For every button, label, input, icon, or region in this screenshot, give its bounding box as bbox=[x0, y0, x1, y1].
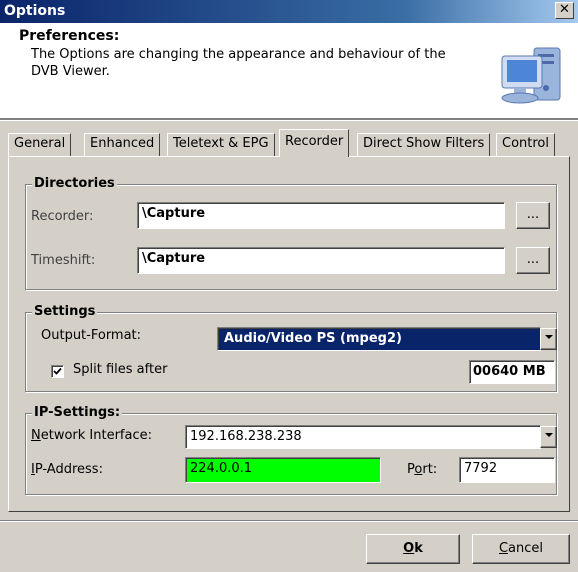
tab-control[interactable]: Control bbox=[496, 133, 555, 156]
tab-enhanced[interactable]: Enhanced bbox=[84, 133, 161, 156]
split-size-input[interactable]: 00640 MB bbox=[469, 360, 555, 384]
ip-settings-title: IP-Settings: bbox=[32, 405, 123, 420]
split-files-checkbox[interactable] bbox=[51, 365, 64, 378]
computer-monitor-icon bbox=[498, 42, 564, 110]
output-format-value: Audio/Video PS (mpeg2) bbox=[224, 331, 402, 346]
port-label: Port: bbox=[407, 462, 438, 477]
tab-general[interactable]: General bbox=[8, 133, 72, 156]
timeshift-directory-input[interactable]: \Capture bbox=[137, 247, 505, 274]
header-description: The Options are changing the appearance … bbox=[31, 47, 446, 79]
cancel-button[interactable]: Cancel bbox=[472, 534, 570, 564]
ip-address-label: IP-Address: bbox=[31, 462, 103, 477]
tab-direct-show-filters[interactable]: Direct Show Filters bbox=[357, 133, 491, 156]
chevron-down-icon bbox=[545, 335, 553, 339]
port-input[interactable]: 7792 bbox=[459, 457, 555, 483]
network-interface-value: 192.168.238.238 bbox=[190, 429, 302, 444]
header-title: Preferences: bbox=[19, 28, 120, 44]
recorder-directory-input[interactable]: \Capture bbox=[137, 202, 505, 229]
output-format-label: Output-Format: bbox=[41, 328, 142, 343]
window-title: Options bbox=[4, 3, 66, 19]
tab-recorder[interactable]: Recorder bbox=[279, 129, 350, 157]
checkmark-icon bbox=[53, 367, 62, 375]
directories-group: Directories bbox=[25, 176, 557, 290]
recorder-panel: Directories Recorder: \Capture ... Times… bbox=[8, 156, 570, 512]
bottom-divider bbox=[0, 520, 578, 522]
recorder-browse-button[interactable]: ... bbox=[516, 202, 550, 229]
split-files-label: Split files after bbox=[73, 362, 168, 377]
options-window: Options ✕ Preferences: The Options are c… bbox=[0, 0, 578, 572]
close-button[interactable]: ✕ bbox=[555, 2, 574, 19]
ip-address-input[interactable]: 224.0.0.1 bbox=[185, 457, 381, 483]
timeshift-label: Timeshift: bbox=[31, 253, 96, 268]
chevron-down-icon bbox=[545, 433, 553, 437]
output-format-dropdown-button[interactable] bbox=[540, 328, 557, 350]
network-interface-select[interactable]: 192.168.238.238 bbox=[185, 425, 541, 449]
title-bar[interactable]: Options ✕ bbox=[0, 0, 578, 23]
network-interface-dropdown-button[interactable] bbox=[540, 426, 557, 448]
header-divider bbox=[0, 118, 578, 121]
timeshift-browse-button[interactable]: ... bbox=[516, 247, 550, 274]
ok-button[interactable]: Ok bbox=[366, 534, 460, 564]
settings-title: Settings bbox=[32, 304, 98, 319]
network-interface-label: Network Interface: bbox=[31, 428, 153, 443]
output-format-select[interactable]: Audio/Video PS (mpeg2) bbox=[217, 327, 541, 351]
tab-teletext-epg[interactable]: Teletext & EPG bbox=[167, 133, 275, 156]
directories-title: Directories bbox=[32, 176, 117, 191]
close-icon: ✕ bbox=[559, 2, 570, 17]
recorder-label: Recorder: bbox=[31, 209, 94, 224]
